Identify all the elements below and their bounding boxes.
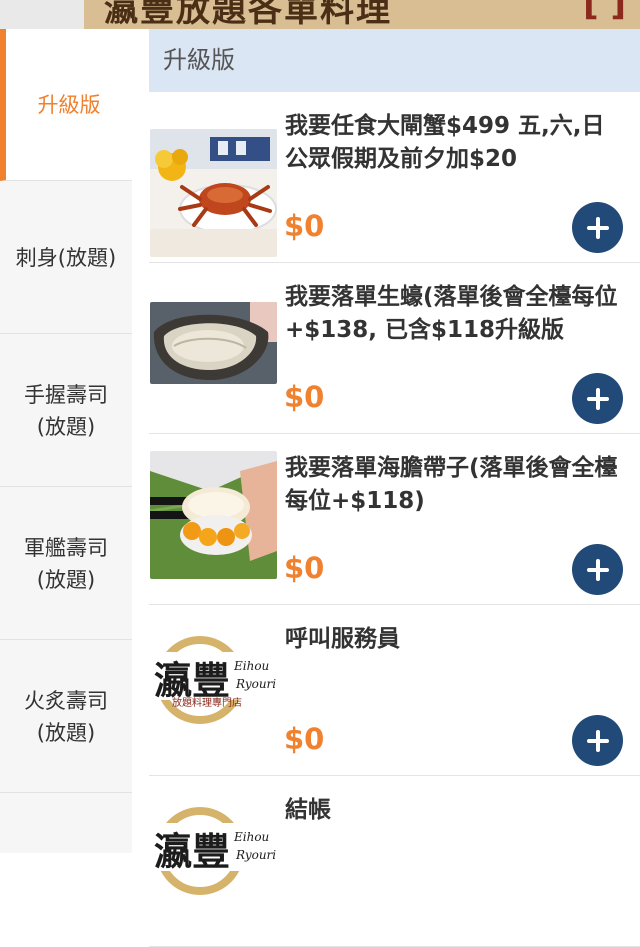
menu-item[interactable]: 我要任食大閘蟹$499 五,六,日公眾假期及前夕加$20 $0	[149, 92, 640, 263]
menu-item[interactable]: 我要落單海膽帶子(落單後會全檯每位+$118) $0	[149, 434, 640, 605]
add-to-cart-button[interactable]	[572, 202, 623, 253]
sidebar-item-label: 手握壽司 (放題)	[24, 382, 108, 439]
eihou-logo: 瀛豐 Eihou Ryouri	[150, 793, 277, 921]
sidebar-item-label: 升級版	[37, 92, 101, 117]
menu-item-name: 結帳	[285, 797, 331, 823]
sidebar-item-upgrade[interactable]: 升級版	[0, 29, 132, 181]
plus-icon	[586, 558, 609, 581]
top-header: 瀛豐放題各單料理 [ ]	[0, 0, 640, 29]
oyster-photo	[150, 302, 277, 384]
header-title: 瀛豐放題各單料理	[104, 0, 392, 29]
sidebar-item-label: 軍艦壽司 (放題)	[24, 535, 108, 592]
plus-icon	[586, 387, 609, 410]
menu-item[interactable]: 瀛豐 Eihou Ryouri 結帳	[149, 776, 640, 947]
plus-icon	[586, 729, 609, 752]
menu-item-name: 我要落單海膽帶子(落單後會全檯每位+$118)	[285, 455, 618, 514]
svg-text:瀛豐: 瀛豐	[154, 658, 230, 703]
add-to-cart-button[interactable]	[572, 544, 623, 595]
section-title: 升級版	[149, 29, 640, 92]
menu-item[interactable]: 我要落單生蠔(落單後會全檯每位+$138, 已含$118升級版 $0	[149, 263, 640, 434]
menu-item-name: 呼叫服務員	[285, 626, 400, 652]
eihou-logo: 瀛豐 Eihou Ryouri 放題料理專門店	[150, 622, 277, 750]
menu-item-price: $0	[284, 551, 325, 585]
menu-item-price: $0	[284, 209, 325, 243]
sidebar-item-nigiri[interactable]: 手握壽司 (放題)	[0, 335, 132, 487]
svg-text:Ryouri: Ryouri	[235, 677, 276, 691]
sidebar-item-label: 刺身(放題)	[15, 245, 117, 270]
scallop-photo	[150, 451, 277, 579]
menu-item-price: $0	[284, 722, 325, 756]
svg-text:Eihou: Eihou	[233, 830, 269, 844]
menu-item-name: 我要任食大閘蟹$499 五,六,日公眾假期及前夕加$20	[285, 113, 605, 172]
plus-icon	[586, 216, 609, 239]
svg-text:瀛豐: 瀛豐	[154, 829, 230, 874]
add-to-cart-button[interactable]	[572, 373, 623, 424]
menu-item-price: $0	[284, 380, 325, 414]
header-logo-placeholder	[0, 0, 84, 29]
sidebar-item-aburi[interactable]: 火炙壽司 (放題)	[0, 641, 132, 793]
menu-item-name: 我要落單生蠔(落單後會全檯每位+$138, 已含$118升級版	[285, 284, 618, 343]
crab-photo	[150, 129, 277, 257]
category-sidebar: 升級版 刺身(放題) 手握壽司 (放題) 軍艦壽司 (放題) 火炙壽司 (放題)	[0, 29, 132, 853]
svg-text:Eihou: Eihou	[233, 659, 269, 673]
sidebar-item-gunkan[interactable]: 軍艦壽司 (放題)	[0, 488, 132, 640]
svg-text:Ryouri: Ryouri	[235, 848, 276, 862]
svg-text:放題料理專門店: 放題料理專門店	[172, 696, 242, 709]
menu-item[interactable]: 瀛豐 Eihou Ryouri 放題料理專門店 呼叫服務員 $0	[149, 605, 640, 776]
add-to-cart-button[interactable]	[572, 715, 623, 766]
sidebar-item-label: 火炙壽司 (放題)	[24, 688, 108, 745]
sidebar-item-sashimi[interactable]: 刺身(放題)	[0, 182, 132, 334]
header-cart-bracket[interactable]: [ ]	[583, 0, 626, 24]
